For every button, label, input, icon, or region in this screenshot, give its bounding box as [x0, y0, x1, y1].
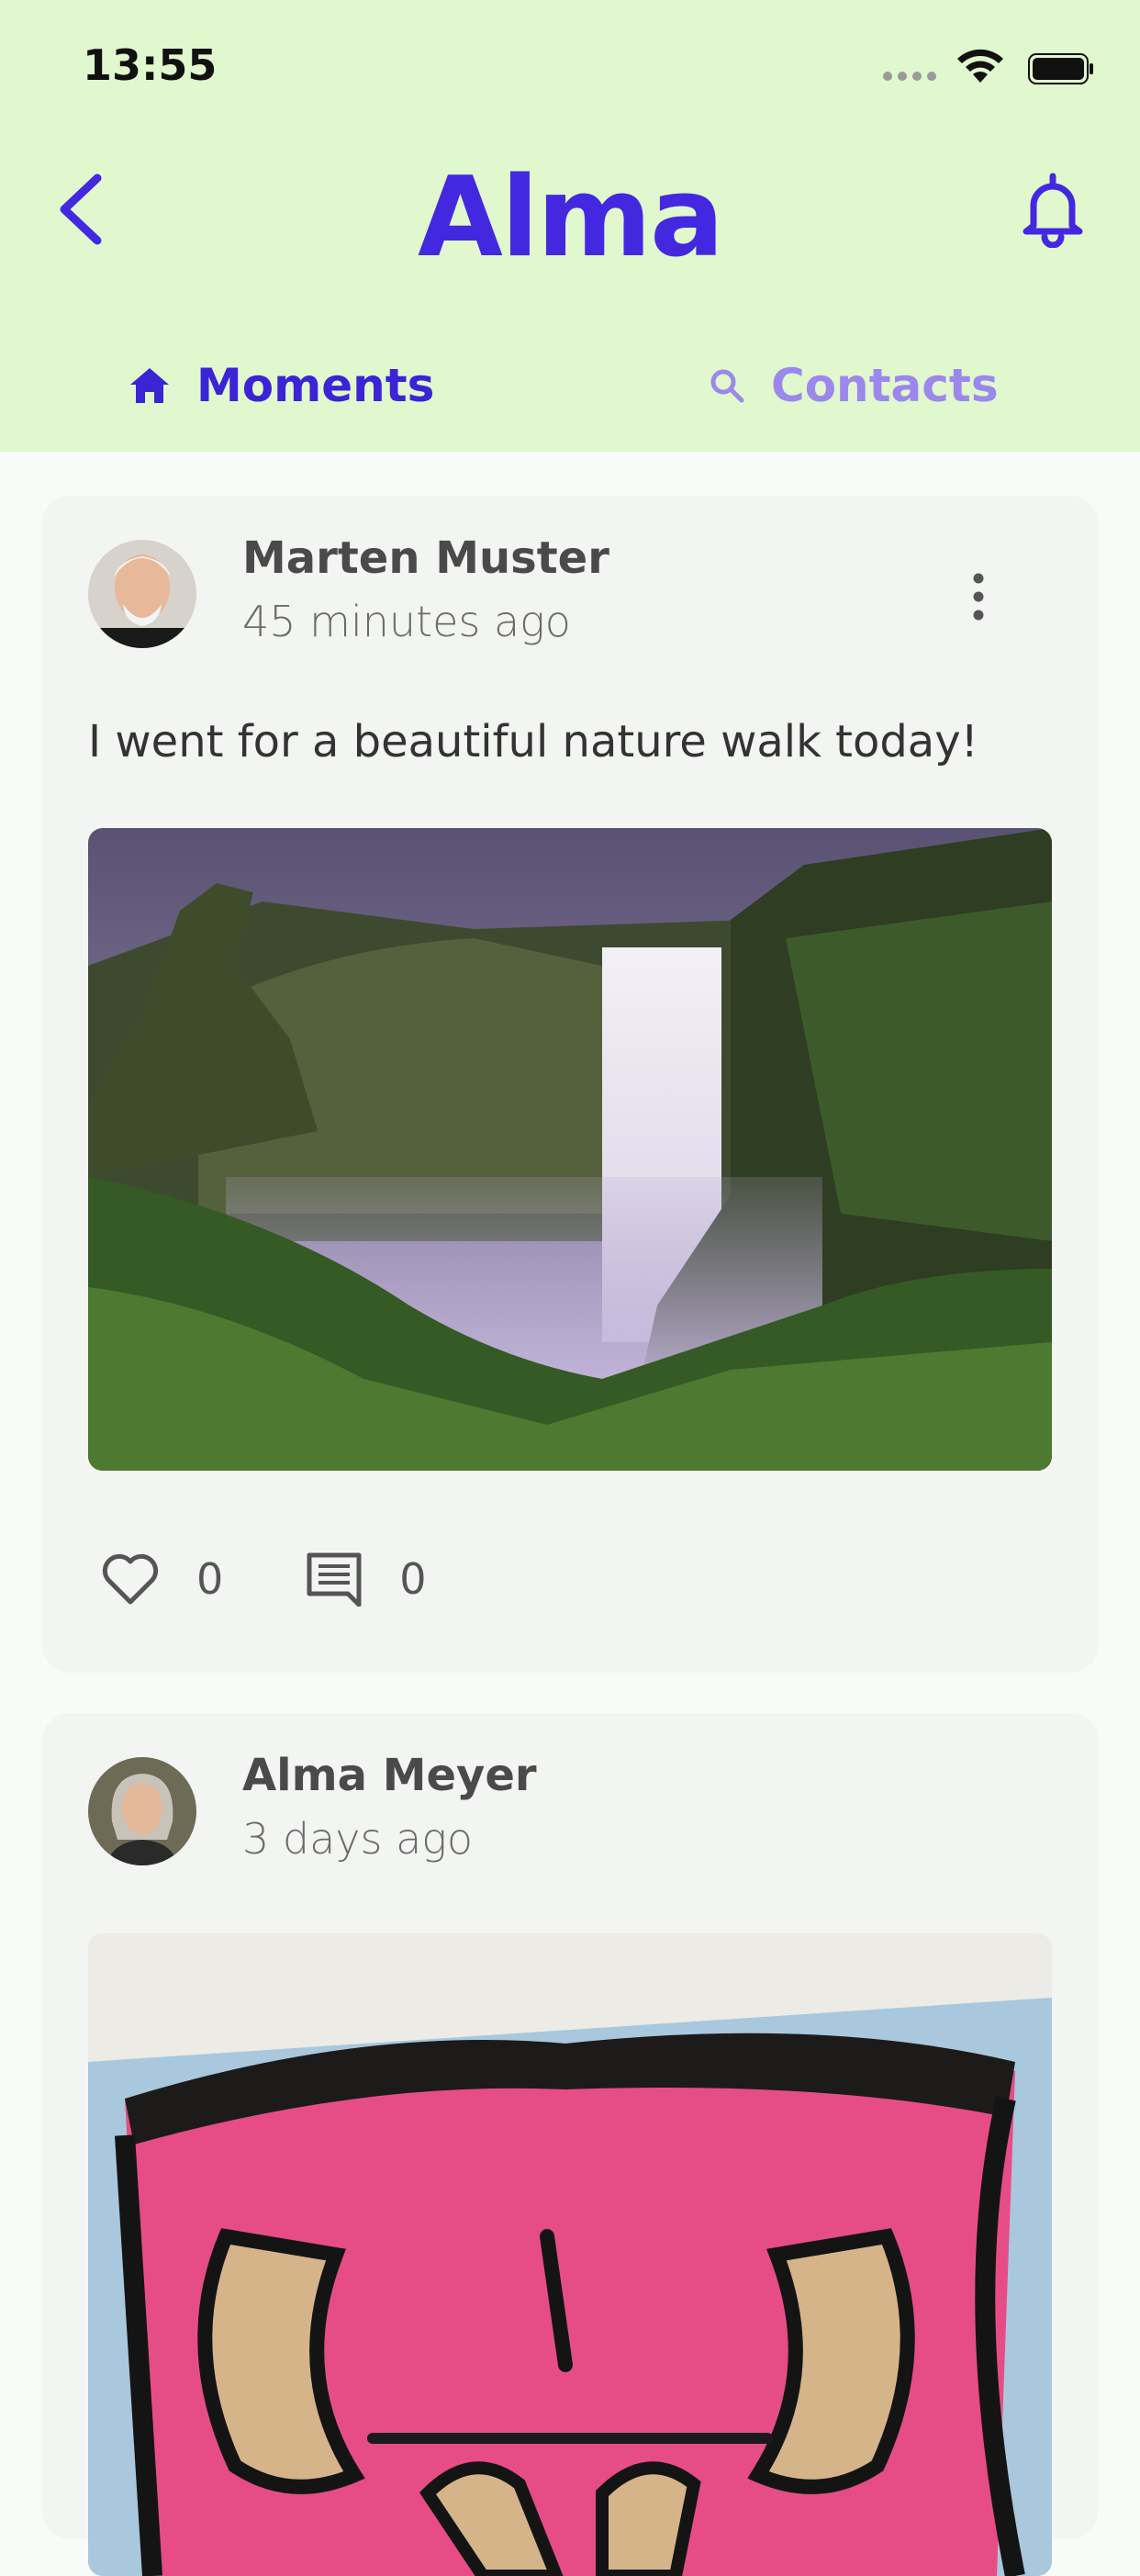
heart-icon: [102, 1553, 159, 1605]
like-count: 0: [196, 1554, 224, 1604]
tab-moments[interactable]: Moments: [129, 349, 434, 422]
avatar[interactable]: [88, 540, 196, 648]
more-options-icon[interactable]: [969, 569, 988, 624]
post-author[interactable]: Marten Muster: [242, 532, 609, 584]
search-icon: [710, 369, 744, 403]
post-card: Alma Meyer 3 days ago: [42, 1713, 1098, 2576]
wifi-icon: [957, 49, 1003, 83]
comment-icon: [307, 1552, 362, 1607]
post-text: I went for a beautiful nature walk today…: [88, 716, 978, 767]
post-image[interactable]: [88, 1933, 1052, 2576]
cellular-signal-icon: [883, 72, 936, 81]
page-title: Alma: [417, 154, 724, 282]
avatar[interactable]: [88, 1757, 196, 1865]
bell-icon[interactable]: [1021, 171, 1085, 248]
tab-contacts-label: Contacts: [771, 359, 999, 412]
post-author[interactable]: Alma Meyer: [242, 1750, 537, 1801]
home-icon: [130, 368, 169, 403]
comment-button[interactable]: 0: [306, 1551, 427, 1607]
post-card: Marten Muster 45 minutes ago I went for …: [42, 496, 1098, 1673]
comment-count: 0: [399, 1554, 427, 1604]
post-actions: 0 0: [101, 1551, 427, 1607]
post-image[interactable]: [88, 828, 1052, 1471]
post-time: 45 minutes ago: [242, 597, 571, 646]
app-header: 13:55 Alma Moments Contacts: [0, 0, 1140, 452]
battery-icon: [1028, 53, 1093, 84]
post-time: 3 days ago: [242, 1814, 474, 1864]
tab-moments-label: Moments: [196, 359, 435, 412]
status-icons: [883, 46, 1094, 92]
home-indicator[interactable]: [367, 2433, 773, 2444]
status-time: 13:55: [83, 40, 218, 90]
like-button[interactable]: 0: [101, 1552, 223, 1606]
tab-contacts[interactable]: Contacts: [709, 349, 999, 422]
